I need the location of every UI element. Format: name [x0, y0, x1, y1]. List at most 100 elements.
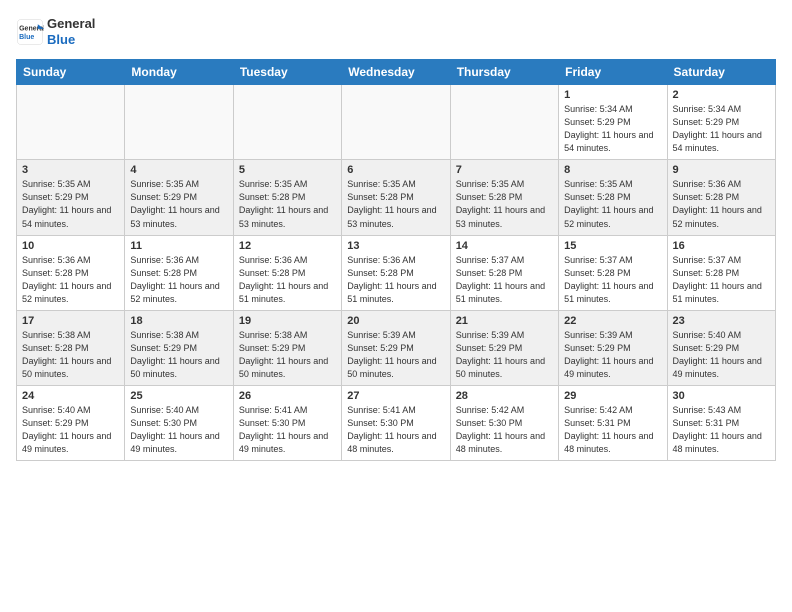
calendar-cell: 15Sunrise: 5:37 AMSunset: 5:28 PMDayligh…	[559, 235, 667, 310]
calendar-cell	[17, 85, 125, 160]
calendar-cell: 9Sunrise: 5:36 AMSunset: 5:28 PMDaylight…	[667, 160, 775, 235]
svg-text:Blue: Blue	[19, 34, 34, 41]
day-info: Sunrise: 5:39 AMSunset: 5:29 PMDaylight:…	[347, 329, 444, 381]
day-info: Sunrise: 5:38 AMSunset: 5:29 PMDaylight:…	[130, 329, 227, 381]
day-number: 6	[347, 164, 444, 176]
day-number: 13	[347, 240, 444, 252]
day-info: Sunrise: 5:39 AMSunset: 5:29 PMDaylight:…	[564, 329, 661, 381]
calendar-cell: 10 Sunrise: 5:36 AMSunset: 5:28 PMDayligh…	[17, 235, 125, 310]
weekday-header-sunday: Sunday	[17, 60, 125, 85]
calendar-cell: 22Sunrise: 5:39 AMSunset: 5:29 PMDayligh…	[559, 310, 667, 385]
calendar-cell	[342, 85, 450, 160]
weekday-header-saturday: Saturday	[667, 60, 775, 85]
calendar-cell: 26Sunrise: 5:41 AMSunset: 5:30 PMDayligh…	[233, 385, 341, 460]
logo-text: General Blue	[47, 16, 95, 47]
calendar-week-4: 17Sunrise: 5:38 AMSunset: 5:28 PMDayligh…	[17, 310, 776, 385]
day-info: Sunrise: 5:36 AMSunset: 5:28 PMDaylight:…	[347, 254, 444, 306]
calendar-cell: 30 Sunrise: 5:43 AMSunset: 5:31 PMDayligh…	[667, 385, 775, 460]
calendar-cell	[125, 85, 233, 160]
day-info: Sunrise: 5:36 AMSunset: 5:28 PMDaylight:…	[239, 254, 336, 306]
day-info: Sunrise: 5:37 AMSunset: 5:28 PMDaylight:…	[673, 254, 770, 306]
page-header: General Blue General Blue	[16, 16, 776, 47]
calendar-cell: 5Sunrise: 5:35 AMSunset: 5:28 PMDaylight…	[233, 160, 341, 235]
day-number: 3	[22, 164, 119, 176]
day-number: 20	[347, 315, 444, 327]
day-info: Sunrise: 5:35 AMSunset: 5:29 PMDaylight:…	[130, 178, 227, 230]
day-number: 23	[673, 315, 770, 327]
calendar-cell: 23 Sunrise: 5:40 AMSunset: 5:29 PMDayligh…	[667, 310, 775, 385]
day-info: Sunrise: 5:38 AMSunset: 5:28 PMDaylight:…	[22, 329, 119, 381]
calendar-week-1: 1 Sunrise: 5:34 AMSunset: 5:29 PMDaylight…	[17, 85, 776, 160]
day-number: 10	[22, 240, 119, 252]
day-number: 11	[130, 240, 227, 252]
calendar-cell: 11 Sunrise: 5:36 AMSunset: 5:28 PMDayligh…	[125, 235, 233, 310]
day-info: Sunrise: 5:34 AMSunset: 5:29 PMDaylight:…	[564, 103, 661, 155]
calendar-cell: 2 Sunrise: 5:34 AMSunset: 5:29 PMDaylight…	[667, 85, 775, 160]
weekday-header-tuesday: Tuesday	[233, 60, 341, 85]
calendar-cell: 21Sunrise: 5:39 AMSunset: 5:29 PMDayligh…	[450, 310, 558, 385]
calendar-cell: 25 Sunrise: 5:40 AMSunset: 5:30 PMDayligh…	[125, 385, 233, 460]
day-info: Sunrise: 5:35 AMSunset: 5:28 PMDaylight:…	[347, 178, 444, 230]
calendar-cell: 29 Sunrise: 5:42 AMSunset: 5:31 PMDayligh…	[559, 385, 667, 460]
day-number: 9	[673, 164, 770, 176]
calendar-cell: 17Sunrise: 5:38 AMSunset: 5:28 PMDayligh…	[17, 310, 125, 385]
day-number: 5	[239, 164, 336, 176]
day-number: 2	[673, 89, 770, 101]
day-info: Sunrise: 5:43 AMSunset: 5:31 PMDaylight:…	[673, 404, 770, 456]
day-number: 7	[456, 164, 553, 176]
calendar-week-2: 3 Sunrise: 5:35 AMSunset: 5:29 PMDaylight…	[17, 160, 776, 235]
day-info: Sunrise: 5:40 AMSunset: 5:30 PMDaylight:…	[130, 404, 227, 456]
weekday-header-wednesday: Wednesday	[342, 60, 450, 85]
day-info: Sunrise: 5:35 AMSunset: 5:29 PMDaylight:…	[22, 178, 119, 230]
calendar-cell: 12 Sunrise: 5:36 AMSunset: 5:28 PMDayligh…	[233, 235, 341, 310]
calendar-table: SundayMondayTuesdayWednesdayThursdayFrid…	[16, 59, 776, 461]
day-number: 28	[456, 390, 553, 402]
calendar-week-3: 10 Sunrise: 5:36 AMSunset: 5:28 PMDayligh…	[17, 235, 776, 310]
day-number: 15	[564, 240, 661, 252]
calendar-cell: 14Sunrise: 5:37 AMSunset: 5:28 PMDayligh…	[450, 235, 558, 310]
calendar-cell	[450, 85, 558, 160]
day-number: 24	[22, 390, 119, 402]
logo: General Blue General Blue	[16, 16, 95, 47]
calendar-cell: 19Sunrise: 5:38 AMSunset: 5:29 PMDayligh…	[233, 310, 341, 385]
day-info: Sunrise: 5:37 AMSunset: 5:28 PMDaylight:…	[456, 254, 553, 306]
day-number: 19	[239, 315, 336, 327]
calendar-cell: 24 Sunrise: 5:40 AMSunset: 5:29 PMDayligh…	[17, 385, 125, 460]
calendar-cell: 3 Sunrise: 5:35 AMSunset: 5:29 PMDaylight…	[17, 160, 125, 235]
day-info: Sunrise: 5:34 AMSunset: 5:29 PMDaylight:…	[673, 103, 770, 155]
weekday-header-row: SundayMondayTuesdayWednesdayThursdayFrid…	[17, 60, 776, 85]
calendar-cell	[233, 85, 341, 160]
day-number: 26	[239, 390, 336, 402]
day-info: Sunrise: 5:35 AMSunset: 5:28 PMDaylight:…	[456, 178, 553, 230]
calendar-cell: 16 Sunrise: 5:37 AMSunset: 5:28 PMDayligh…	[667, 235, 775, 310]
day-number: 16	[673, 240, 770, 252]
calendar-cell: 4 Sunrise: 5:35 AMSunset: 5:29 PMDaylight…	[125, 160, 233, 235]
logo-icon: General Blue	[16, 18, 44, 46]
weekday-header-monday: Monday	[125, 60, 233, 85]
calendar-cell: 1 Sunrise: 5:34 AMSunset: 5:29 PMDaylight…	[559, 85, 667, 160]
day-number: 1	[564, 89, 661, 101]
day-number: 30	[673, 390, 770, 402]
day-number: 8	[564, 164, 661, 176]
day-number: 4	[130, 164, 227, 176]
day-number: 27	[347, 390, 444, 402]
day-number: 29	[564, 390, 661, 402]
calendar-cell: 6 Sunrise: 5:35 AMSunset: 5:28 PMDaylight…	[342, 160, 450, 235]
day-info: Sunrise: 5:41 AMSunset: 5:30 PMDaylight:…	[347, 404, 444, 456]
weekday-header-friday: Friday	[559, 60, 667, 85]
day-info: Sunrise: 5:36 AMSunset: 5:28 PMDaylight:…	[22, 254, 119, 306]
day-number: 18	[130, 315, 227, 327]
calendar-cell: 27 Sunrise: 5:41 AMSunset: 5:30 PMDayligh…	[342, 385, 450, 460]
calendar-page: General Blue General Blue SundayMondayTu…	[0, 0, 792, 473]
weekday-header-thursday: Thursday	[450, 60, 558, 85]
day-info: Sunrise: 5:42 AMSunset: 5:31 PMDaylight:…	[564, 404, 661, 456]
day-info: Sunrise: 5:40 AMSunset: 5:29 PMDaylight:…	[673, 329, 770, 381]
calendar-cell: 20 Sunrise: 5:39 AMSunset: 5:29 PMDayligh…	[342, 310, 450, 385]
calendar-cell: 18 Sunrise: 5:38 AMSunset: 5:29 PMDayligh…	[125, 310, 233, 385]
day-info: Sunrise: 5:35 AMSunset: 5:28 PMDaylight:…	[564, 178, 661, 230]
day-number: 12	[239, 240, 336, 252]
day-number: 25	[130, 390, 227, 402]
calendar-cell: 8 Sunrise: 5:35 AMSunset: 5:28 PMDaylight…	[559, 160, 667, 235]
day-info: Sunrise: 5:36 AMSunset: 5:28 PMDaylight:…	[130, 254, 227, 306]
day-info: Sunrise: 5:40 AMSunset: 5:29 PMDaylight:…	[22, 404, 119, 456]
